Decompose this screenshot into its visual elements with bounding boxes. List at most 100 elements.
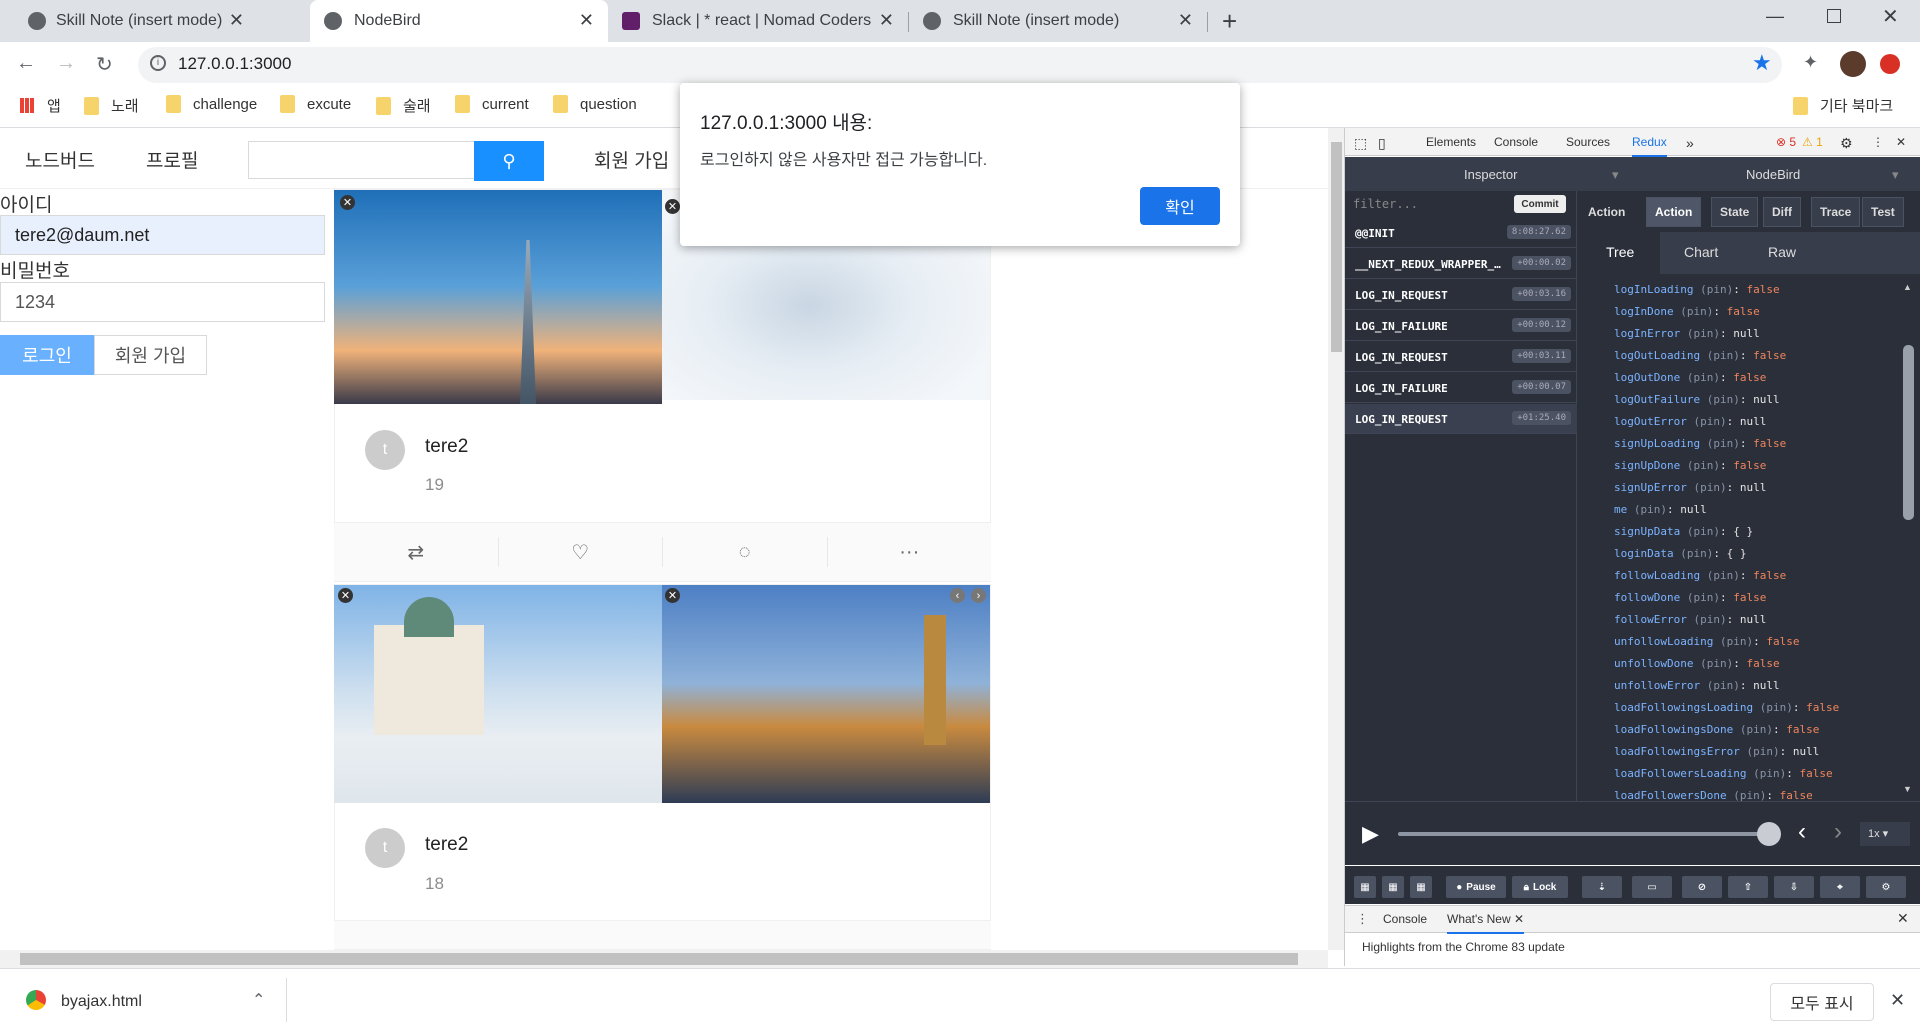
maximize-button[interactable] [1827,9,1841,23]
state-row[interactable]: followLoading (pin): false [1614,565,1894,587]
retweet-icon[interactable]: ⇄ [334,537,499,567]
state-row[interactable]: unfollowError (pin): null [1614,675,1894,697]
state-row[interactable]: signUpError (pin): null [1614,477,1894,499]
settings-icon[interactable]: ⚙ [1840,135,1853,152]
tab-diff[interactable]: Diff [1763,197,1801,227]
post-image[interactable] [334,585,662,803]
alert-ok-button[interactable]: 확인 [1140,187,1220,225]
bookmark-other[interactable]: 기타 북마크 [1793,95,1893,116]
layout-bottom-icon[interactable]: ▦ [1410,876,1432,898]
avatar[interactable] [1840,51,1866,77]
state-row[interactable]: unfollowDone (pin): false [1614,653,1894,675]
heart-icon[interactable]: ♡ [499,537,663,567]
more-icon[interactable]: ··· [828,537,992,567]
tab-elements[interactable]: Elements [1426,135,1476,149]
update-icon[interactable] [1880,54,1900,74]
remove-image-icon[interactable]: ✕ [340,195,355,210]
extensions-icon[interactable]: ✦ [1803,52,1818,73]
more-tabs-icon[interactable]: » [1686,135,1694,151]
bookmark-apps[interactable]: 앱 [20,95,61,116]
export-icon[interactable]: ⇩ [1774,876,1814,898]
info-icon[interactable]: i [150,55,166,71]
lock-button[interactable]: 🔒︎ Lock [1512,876,1568,898]
tab-raw[interactable]: Raw [1768,244,1796,260]
post-image[interactable] [662,585,990,803]
commit-button[interactable]: Commit [1514,195,1566,213]
warning-count[interactable]: ⚠ 1 [1802,135,1823,149]
tab-nodebird[interactable]: NodeBird ✕ [310,0,608,42]
remote-icon[interactable]: ⌖ [1820,876,1860,898]
state-row[interactable]: loadFollowingsError (pin): null [1614,741,1894,763]
bookmark-folder[interactable]: current [455,95,529,113]
close-drawer-icon[interactable]: ✕ [1897,910,1909,927]
state-row[interactable]: unfollowLoading (pin): false [1614,631,1894,653]
nav-signup[interactable]: 회원 가입 [594,146,669,173]
show-all-button[interactable]: 모두 표시 [1770,983,1874,1021]
state-row[interactable]: loadFollowingsDone (pin): false [1614,719,1894,741]
scroll-down-icon[interactable]: ▼ [1903,784,1912,794]
scroll-up-icon[interactable]: ▲ [1903,282,1912,292]
tab-chart[interactable]: Chart [1684,244,1718,260]
next-icon[interactable]: › [1834,818,1842,846]
settings-icon[interactable]: ⚙ [1866,876,1906,898]
close-icon[interactable]: ✕ [879,10,894,31]
dispatcher-icon[interactable]: ▭ [1632,876,1672,898]
state-row[interactable]: logOutError (pin): null [1614,411,1894,433]
tab-tree[interactable]: Tree [1606,244,1634,260]
prev-image-icon[interactable]: ‹ [950,588,965,603]
bookmark-folder[interactable]: challenge [166,95,257,113]
close-icon[interactable]: ✕ [1514,912,1524,926]
drawer-menu-icon[interactable]: ⋮ [1356,911,1369,927]
back-icon[interactable]: ← [16,52,36,75]
action-row[interactable]: LOG_IN_REQUEST +00:03.11 [1345,342,1577,372]
tab-sources[interactable]: Sources [1566,135,1610,149]
action-row[interactable]: LOG_IN_FAILURE +00:00.12 [1345,311,1577,341]
horizontal-scrollbar[interactable] [0,950,1328,968]
layout-right-icon[interactable]: ▦ [1382,876,1404,898]
slider-icon[interactable]: ⊘ [1682,876,1722,898]
speed-select[interactable]: 1x ▾ [1860,822,1910,846]
device-icon[interactable]: ▯ [1378,135,1386,152]
remove-image-icon[interactable]: ✕ [665,588,680,603]
tab-test[interactable]: Test [1862,197,1904,227]
inspect-icon[interactable]: ⬚ [1354,135,1367,152]
url-text[interactable]: 127.0.0.1:3000 [178,54,291,74]
close-icon[interactable]: ✕ [1178,10,1193,31]
close-icon[interactable]: ✕ [1896,135,1906,149]
next-image-icon[interactable]: › [971,588,986,603]
login-button[interactable]: 로그인 [0,335,94,375]
drawer-tab-console[interactable]: Console [1383,912,1427,926]
state-row[interactable]: loginData (pin): { } [1614,543,1894,565]
tab-redux[interactable]: Redux [1632,135,1667,157]
slider-handle[interactable] [1757,822,1781,846]
chevron-down-icon[interactable]: ▾ [1612,167,1619,183]
instance-select[interactable]: NodeBird [1746,167,1800,182]
state-row[interactable]: me (pin): null [1614,499,1894,521]
bookmark-folder[interactable]: 술래 [376,95,431,116]
state-row[interactable]: logOutDone (pin): false [1614,367,1894,389]
vertical-scrollbar[interactable] [1328,128,1344,950]
signup-button[interactable]: 회원 가입 [94,335,207,375]
minimize-button[interactable]: — [1766,6,1784,27]
state-row[interactable]: logInDone (pin): false [1614,301,1894,323]
download-filename[interactable]: byajax.html [61,993,142,1011]
id-field[interactable]: tere2@daum.net [0,215,325,255]
error-count[interactable]: ⊗ 5 [1776,135,1796,149]
pause-button[interactable]: ● Pause [1446,876,1506,898]
state-row[interactable]: logOutFailure (pin): null [1614,389,1894,411]
bookmark-folder[interactable]: 노래 [84,95,139,116]
state-row[interactable]: signUpDone (pin): false [1614,455,1894,477]
state-row[interactable]: loadFollowersLoading (pin): false [1614,763,1894,785]
reload-icon[interactable]: ↻ [96,52,113,77]
play-icon[interactable]: ▶ [1362,821,1379,847]
menu-icon[interactable]: ⋮ [1872,135,1884,149]
state-row[interactable]: signUpData (pin): { } [1614,521,1894,543]
tab-state[interactable]: State [1711,197,1759,227]
layout-left-icon[interactable]: ▦ [1354,876,1376,898]
chevron-down-icon[interactable]: ▾ [1892,167,1899,183]
nav-home[interactable]: 노드버드 [25,146,95,173]
action-row[interactable]: @@INIT 8:08:27.62 [1345,218,1577,248]
close-icon[interactable]: ✕ [1890,990,1905,1011]
password-field[interactable]: 1234 [0,282,325,322]
remove-image-icon[interactable]: ✕ [665,199,680,214]
